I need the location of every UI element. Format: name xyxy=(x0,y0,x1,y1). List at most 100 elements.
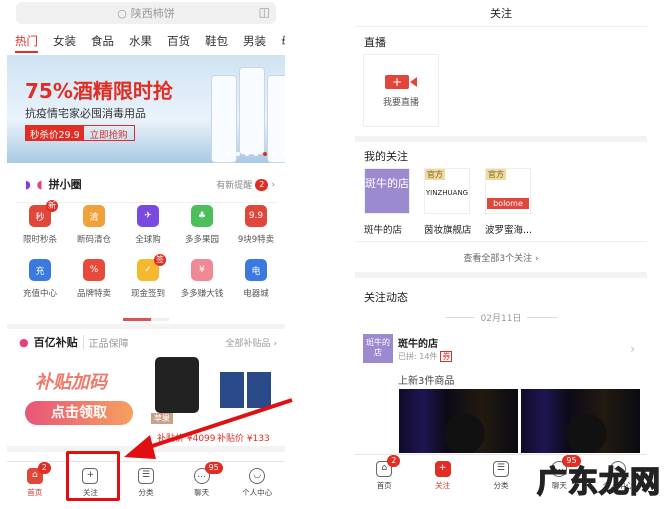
store-logo[interactable]: 官方 bolome xyxy=(485,168,531,214)
shortcut-item[interactable]: 充充值中心 xyxy=(13,259,67,299)
tab-chat[interactable]: … 聊天 95 xyxy=(177,462,227,509)
shortcut-item[interactable]: 秒新限时秒杀 xyxy=(13,200,67,245)
profile-icon: ◡ xyxy=(249,468,266,484)
tab-profile[interactable]: ◡ 个人中心 xyxy=(232,462,282,509)
divider xyxy=(355,136,647,142)
bottom-tab-bar: ⌂ 首页 2 + 关注 ☰ 分类… 聊天 95 ◡ 个人中心 xyxy=(7,461,285,509)
camera-icon[interactable]: ◫ xyxy=(259,5,270,19)
feed-stats: 已拼: 14件券 xyxy=(398,351,453,362)
sold-count: 已拼: 14件 xyxy=(398,352,438,361)
feed-date: 02月11日 xyxy=(480,314,522,324)
icon-glyph: ✓ xyxy=(144,265,152,275)
tab-goods[interactable]: 百货 xyxy=(167,33,190,53)
shortcut-grid: 秒新限时秒杀清断码清仓 ✈ 全球购 ♣ 多多果园 9.9 9块9特卖充充值中心% 品牌特卖 ✓ 签… xyxy=(13,200,283,299)
tab-hot[interactable]: 热门 xyxy=(15,33,38,53)
watermark: 广东龙网 xyxy=(536,457,661,501)
store-names: 斑牛的店 茵妆旗舰店 波罗蜜海... xyxy=(364,222,554,236)
banner-cta[interactable]: 秒杀价29.9 立即抢购 xyxy=(25,125,135,141)
shortcut-label: 充值中心 xyxy=(22,289,57,299)
feed-section-title: 关注动态 xyxy=(364,291,408,304)
icon-glyph: 充 xyxy=(35,266,45,277)
store-name[interactable]: 斑牛的店 xyxy=(364,222,424,236)
product-photo[interactable] xyxy=(399,389,518,453)
product-photo[interactable] xyxy=(521,389,640,453)
icon-tag: 签 xyxy=(154,254,166,266)
shortcut-icon: ✓ 签 xyxy=(137,254,166,281)
feed-store-name[interactable]: 斑牛的店 xyxy=(398,335,438,350)
store-avatar[interactable]: 斑牛的店 xyxy=(363,334,393,363)
pin-reminder[interactable]: 有新提醒 2 › xyxy=(216,178,275,191)
banner-subline: 抗疫情宅家必囤消毒用品 xyxy=(25,107,146,120)
shortcut-icon: 清 xyxy=(83,205,105,227)
shortcut-icon: 秒新 xyxy=(29,200,58,227)
store-logo[interactable]: 斑牛的店 xyxy=(364,168,410,214)
shortcut-label: 多多赚大钱 xyxy=(180,289,224,299)
tab-baby[interactable]: 母婴 xyxy=(281,33,285,53)
tab-follow[interactable]: + 关注 xyxy=(418,455,468,509)
arrow-annotation xyxy=(124,398,293,459)
tab-bags[interactable]: 鞋包 xyxy=(205,33,228,53)
view-all-follows-link[interactable]: 查看全部3个关注 › xyxy=(355,251,647,264)
tab-home[interactable]: ⌂ 首页 2 xyxy=(10,462,60,509)
official-badge: 官方 xyxy=(425,169,445,180)
store-name[interactable]: 波罗蜜海... xyxy=(485,222,532,236)
shortcut-item[interactable]: 电电器城 xyxy=(229,259,283,299)
pin-logo-icon: ◖ xyxy=(36,177,43,191)
banner-buy: 立即抢购 xyxy=(89,130,128,141)
shortcut-item[interactable]: ✈ 全球购 xyxy=(121,205,175,245)
all-subsidy-link[interactable]: 全部补贴品 › xyxy=(226,336,277,349)
promo-banner[interactable]: 75%酒精限时抢 抗疫情宅家必囤消毒用品 秒杀价29.9 立即抢购 xyxy=(7,55,285,163)
video-plus-icon: + xyxy=(385,75,417,89)
shortcut-item[interactable]: % 品牌特卖 xyxy=(67,259,121,299)
tab-women[interactable]: 女装 xyxy=(53,33,76,53)
reminder-badge: 2 xyxy=(255,178,269,191)
shortcut-icon: ♣ xyxy=(191,205,213,227)
subsidy-header: ● 百亿补贴 正品保障 xyxy=(19,334,129,350)
money-bag-icon: ● xyxy=(19,335,29,349)
store-name[interactable]: 茵妆旗舰店 xyxy=(424,222,485,236)
product-image xyxy=(239,67,265,155)
tab-category[interactable]: ☰ 分类 xyxy=(476,455,526,509)
tab-men[interactable]: 男装 xyxy=(243,33,266,53)
tab-home[interactable]: ⌂ 首页 2 xyxy=(359,455,409,509)
shortcut-icon: ✈ xyxy=(137,205,159,227)
shortcut-icon: ¥ xyxy=(191,259,213,281)
category-tabs: 热门 女装 食品 水果 百货 鞋包 男装 母婴 xyxy=(15,33,285,53)
shortcut-item[interactable]: 清断码清仓 xyxy=(67,205,121,245)
live-label: 我要直播 xyxy=(382,98,419,108)
highlight-box xyxy=(66,451,120,501)
pin-title: 拼小圈 xyxy=(48,178,82,191)
store-logo[interactable]: 官方 YINZHUANG xyxy=(424,168,470,214)
shortcut-label: 现金签到 xyxy=(130,289,165,299)
shortcut-item[interactable]: ✓ 签现金签到 xyxy=(121,254,175,299)
tab-label: 个人中心 xyxy=(242,488,273,497)
tab-fruit[interactable]: 水果 xyxy=(129,33,152,53)
coupon-badge: 券 xyxy=(440,351,453,362)
search-bar[interactable]: ○ 陕西柿饼 ◫ xyxy=(16,2,276,24)
official-badge: 官方 xyxy=(486,169,506,180)
feed-update-text: 上新3件商品 xyxy=(398,376,455,387)
start-live-button[interactable]: + 我要直播 xyxy=(363,54,439,127)
icon-glyph: 清 xyxy=(89,212,99,223)
page-indicator xyxy=(123,318,169,321)
pin-logo-icon: ◗ xyxy=(25,177,31,191)
chevron-right-icon: › xyxy=(271,179,275,190)
chevron-right-icon[interactable]: › xyxy=(630,342,635,356)
tab-category[interactable]: ☰ 分类 xyxy=(121,462,171,509)
tab-label: 首页 xyxy=(376,481,392,490)
tab-food[interactable]: 食品 xyxy=(91,33,114,53)
shortcut-item[interactable]: 9.9 9块9特卖 xyxy=(229,205,283,245)
pin-circle-header[interactable]: ◗ ◖ 拼小圈 xyxy=(25,176,82,192)
category-icon: ☰ xyxy=(492,461,509,477)
search-placeholder: 陕西柿饼 xyxy=(130,7,175,20)
page-title: 关注 xyxy=(490,7,512,20)
icon-tag: 新 xyxy=(46,200,58,212)
watermark-text: 广东龙网 xyxy=(536,464,661,501)
banner-price: 秒杀价29.9 xyxy=(26,126,84,141)
tab-label: 分类 xyxy=(493,481,509,490)
tab-badge: 2 xyxy=(37,462,51,474)
claim-button[interactable]: 点击领取 xyxy=(25,401,133,425)
shortcut-item[interactable]: ¥ 多多赚大钱 xyxy=(175,259,229,299)
subsidy-promo-title: 补贴加码 xyxy=(35,372,107,393)
shortcut-item[interactable]: ♣ 多多果园 xyxy=(175,205,229,245)
